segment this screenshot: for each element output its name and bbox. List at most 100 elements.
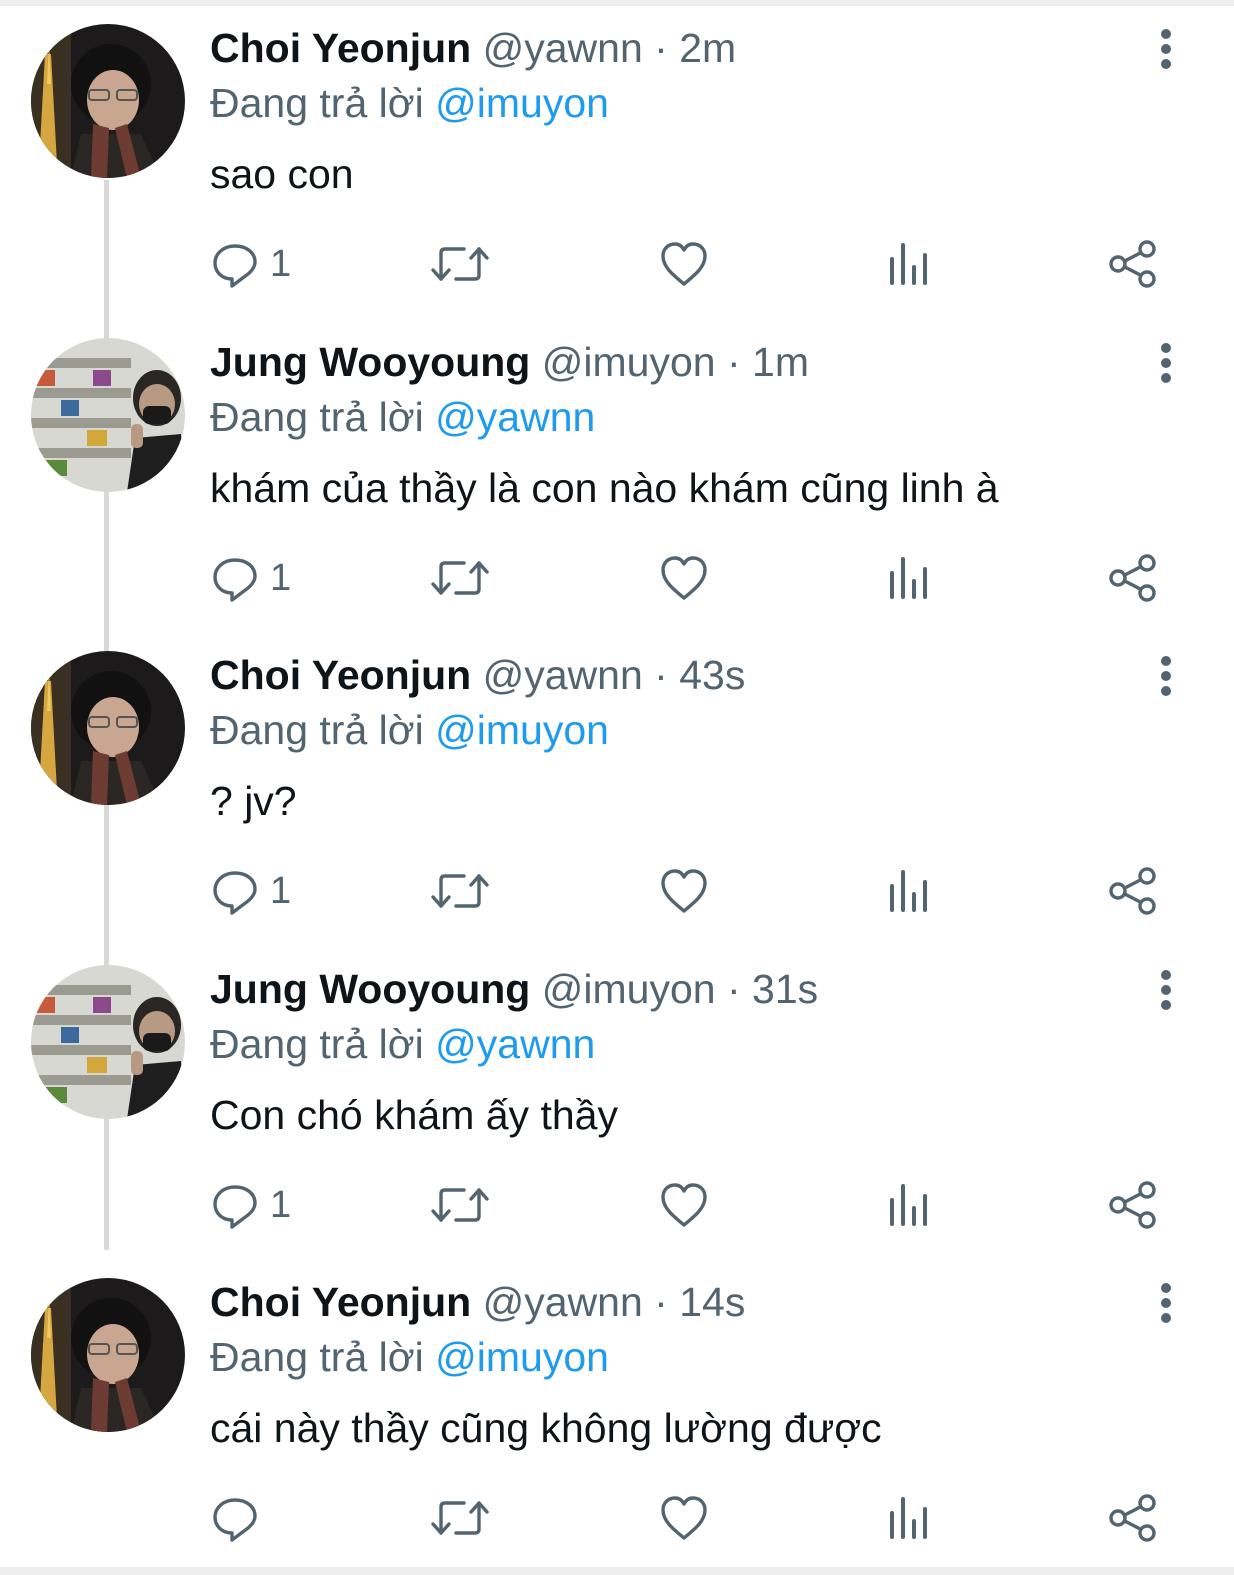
more-options-icon[interactable] xyxy=(1150,342,1182,384)
retweet-button[interactable] xyxy=(430,236,490,292)
tweet-header: Jung Wooyoung @imuyon · 1m xyxy=(210,336,809,388)
tweet-actions: 1 xyxy=(0,236,1234,292)
replying-to-label: Đang trả lời xyxy=(210,707,424,753)
views-icon xyxy=(886,1180,932,1230)
timestamp[interactable]: 1m xyxy=(752,339,809,385)
tweet-text: cái này thầy cũng không lường được xyxy=(210,1405,882,1451)
reply-count: 1 xyxy=(270,1184,292,1226)
tweet-actions: 1 xyxy=(0,863,1234,919)
author-handle[interactable]: @yawnn xyxy=(483,25,643,71)
avatar[interactable] xyxy=(31,24,185,178)
author-handle[interactable]: @imuyon xyxy=(542,339,716,385)
reply-icon xyxy=(210,1180,260,1230)
reply-button[interactable]: 1 xyxy=(210,236,291,292)
replying-to-label: Đang trả lời xyxy=(210,1021,424,1067)
share-button[interactable] xyxy=(1106,1177,1160,1233)
author-handle[interactable]: @imuyon xyxy=(542,966,716,1012)
separator-dot: · xyxy=(654,1279,668,1325)
retweet-button[interactable] xyxy=(430,863,490,919)
reply-icon xyxy=(210,866,260,916)
share-icon xyxy=(1106,553,1160,603)
heart-icon xyxy=(658,1493,710,1543)
replying-to: Đang trả lời @yawnn xyxy=(210,1018,595,1070)
views-icon xyxy=(886,866,932,916)
views-button[interactable] xyxy=(886,863,932,919)
tweet[interactable]: Choi Yeonjun @yawnn · 2m Đang trả lời @i… xyxy=(0,0,1234,313)
avatar[interactable] xyxy=(31,1278,185,1432)
timestamp[interactable]: 43s xyxy=(679,652,745,698)
more-options-icon[interactable] xyxy=(1150,655,1182,697)
author-name[interactable]: Jung Wooyoung xyxy=(210,966,530,1012)
share-icon xyxy=(1106,866,1160,916)
timestamp[interactable]: 31s xyxy=(752,966,818,1012)
share-button[interactable] xyxy=(1106,236,1160,292)
reply-button[interactable]: 1 xyxy=(210,1177,291,1233)
author-handle[interactable]: @yawnn xyxy=(483,652,643,698)
reply-button[interactable]: 1 xyxy=(210,863,291,919)
tweet-header: Choi Yeonjun @yawnn · 14s xyxy=(210,1276,745,1328)
tweet[interactable]: Choi Yeonjun @yawnn · 43s Đang trả lời @… xyxy=(0,627,1234,940)
replying-to-mention[interactable]: @imuyon xyxy=(435,80,609,126)
reply-button[interactable]: 1 xyxy=(210,550,291,606)
share-button[interactable] xyxy=(1106,863,1160,919)
author-handle[interactable]: @yawnn xyxy=(483,1279,643,1325)
views-icon xyxy=(886,239,932,289)
like-button[interactable] xyxy=(658,1177,710,1233)
author-name[interactable]: Choi Yeonjun xyxy=(210,1279,471,1325)
tweet-header: Choi Yeonjun @yawnn · 43s xyxy=(210,649,745,701)
more-options-icon[interactable] xyxy=(1150,28,1182,70)
reply-button[interactable] xyxy=(210,1490,260,1546)
replying-to-mention[interactable]: @yawnn xyxy=(435,394,595,440)
tweet-text: ? jv? xyxy=(210,778,297,824)
like-button[interactable] xyxy=(658,550,710,606)
replying-to: Đang trả lời @yawnn xyxy=(210,391,595,443)
tweet[interactable]: Jung Wooyoung @imuyon · 31s Đang trả lời… xyxy=(0,941,1234,1254)
replying-to: Đang trả lời @imuyon xyxy=(210,77,609,129)
avatar[interactable] xyxy=(31,965,185,1119)
author-name[interactable]: Choi Yeonjun xyxy=(210,652,471,698)
separator-dot: · xyxy=(654,652,668,698)
author-name[interactable]: Jung Wooyoung xyxy=(210,339,530,385)
retweet-button[interactable] xyxy=(430,550,490,606)
tweet[interactable]: Choi Yeonjun @yawnn · 14s Đang trả lời @… xyxy=(0,1254,1234,1567)
avatar[interactable] xyxy=(31,651,185,805)
views-button[interactable] xyxy=(886,550,932,606)
share-icon xyxy=(1106,1493,1160,1543)
tweet[interactable]: Jung Wooyoung @imuyon · 1m Đang trả lời … xyxy=(0,314,1234,627)
retweet-icon xyxy=(430,1493,490,1543)
views-button[interactable] xyxy=(886,1490,932,1546)
timestamp[interactable]: 14s xyxy=(679,1279,745,1325)
replying-to-mention[interactable]: @imuyon xyxy=(435,707,609,753)
like-button[interactable] xyxy=(658,863,710,919)
replying-to-label: Đang trả lời xyxy=(210,394,424,440)
replying-to: Đang trả lời @imuyon xyxy=(210,1331,609,1383)
more-options-icon[interactable] xyxy=(1150,1282,1182,1324)
like-button[interactable] xyxy=(658,236,710,292)
views-button[interactable] xyxy=(886,236,932,292)
author-name[interactable]: Choi Yeonjun xyxy=(210,25,471,71)
more-options-icon[interactable] xyxy=(1150,969,1182,1011)
reply-count: 1 xyxy=(270,870,292,912)
retweet-button[interactable] xyxy=(430,1490,490,1546)
views-button[interactable] xyxy=(886,1177,932,1233)
views-icon xyxy=(886,553,932,603)
share-button[interactable] xyxy=(1106,1490,1160,1546)
like-button[interactable] xyxy=(658,1490,710,1546)
avatar[interactable] xyxy=(31,338,185,492)
bottom-divider xyxy=(0,1567,1234,1575)
retweet-button[interactable] xyxy=(430,1177,490,1233)
reply-icon xyxy=(210,553,260,603)
tweet-text: Con chó khám ấy thầy xyxy=(210,1092,618,1138)
replying-to-mention[interactable]: @yawnn xyxy=(435,1021,595,1067)
retweet-icon xyxy=(430,239,490,289)
views-icon xyxy=(886,1493,932,1543)
replying-to-mention[interactable]: @imuyon xyxy=(435,1334,609,1380)
reply-count: 1 xyxy=(270,557,292,599)
share-button[interactable] xyxy=(1106,550,1160,606)
timestamp[interactable]: 2m xyxy=(679,25,736,71)
heart-icon xyxy=(658,866,710,916)
heart-icon xyxy=(658,553,710,603)
tweet-actions xyxy=(0,1490,1234,1546)
separator-dot: · xyxy=(654,25,668,71)
replying-to-label: Đang trả lời xyxy=(210,80,424,126)
